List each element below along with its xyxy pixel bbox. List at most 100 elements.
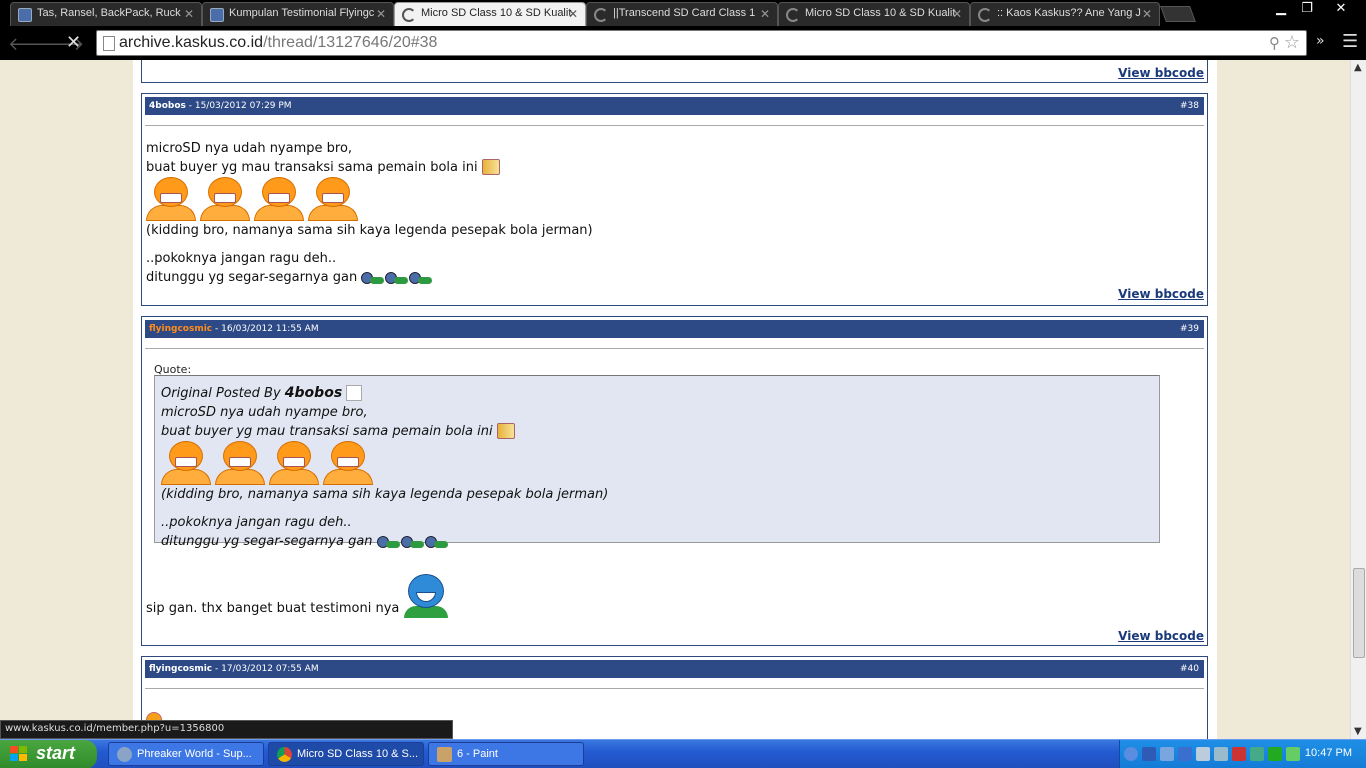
post-line: ..pokoknya jangan ragu deh..	[146, 251, 337, 266]
post-line-with-smiley: ditunggu yg segar-segarnya gan	[146, 268, 593, 287]
reply-text: sip gan. thx banget buat testimoni nya	[146, 601, 400, 616]
post-divider	[145, 348, 1204, 349]
taskbar-clock[interactable]: 10:47 PM	[1305, 747, 1352, 759]
mini-smiley-icon	[385, 271, 409, 284]
post-number[interactable]: #38	[1180, 101, 1199, 111]
menu-icon[interactable]: ☰	[1342, 31, 1358, 52]
taskbar-item-paint[interactable]: 6 - Paint	[428, 742, 584, 766]
tray-network-icon[interactable]	[1160, 747, 1174, 761]
taskbar-item-label: Phreaker World - Sup...	[137, 748, 252, 760]
stop-loading-icon[interactable]: ✕	[66, 32, 81, 53]
grin-smiley-icon	[146, 177, 196, 221]
browser-window-icon	[117, 747, 132, 762]
tray-media-icon[interactable]	[1178, 747, 1192, 761]
tab-close-icon[interactable]: ✕	[760, 7, 770, 21]
search-icon[interactable]: ⚲	[1269, 34, 1280, 52]
start-button[interactable]: start	[0, 740, 97, 768]
address-bar[interactable]: archive.kaskus.co.id/thread/13127646/20#…	[96, 30, 1307, 56]
windows-taskbar: start Phreaker World - Sup... Micro SD C…	[0, 739, 1366, 768]
close-window-icon[interactable]: ✕	[1326, 1, 1356, 16]
tray-app-icon[interactable]	[1250, 747, 1264, 761]
loading-spinner-icon	[786, 8, 800, 22]
post-username[interactable]: 4bobos	[149, 101, 186, 111]
view-bbcode-link[interactable]: View bbcode	[1118, 287, 1204, 301]
tab-title: Micro SD Class 10 & SD Kualit	[805, 7, 956, 19]
quote-line: buat buyer yg mau transaksi sama pemain …	[161, 424, 493, 439]
page-icon	[103, 36, 115, 51]
quote-line-with-smiley: ditunggu yg segar-segarnya gan	[161, 532, 1153, 551]
post-date: - 16/03/2012 11:55 AM	[212, 324, 319, 334]
scroll-down-arrow-icon[interactable]: ▼	[1354, 726, 1362, 737]
loading-spinner-icon	[594, 8, 608, 22]
post-header: flyingcosmic - 17/03/2012 07:55 AM #40	[145, 660, 1204, 678]
grin-smiley-icon	[200, 177, 250, 221]
browser-tab-3[interactable]: Micro SD Class 10 & SD Kualit ✕	[394, 2, 586, 26]
blue-smiley-icon	[403, 574, 448, 618]
post-username[interactable]: flyingcosmic	[149, 324, 212, 334]
loading-spinner-icon	[978, 8, 992, 22]
tray-volume-icon[interactable]	[1214, 747, 1228, 761]
paint-icon	[437, 747, 452, 762]
post-date: - 17/03/2012 07:55 AM	[212, 664, 319, 674]
tray-antivirus-icon[interactable]	[1232, 747, 1246, 761]
url-text[interactable]: archive.kaskus.co.id/thread/13127646/20#…	[119, 34, 437, 52]
bookmark-star-icon[interactable]: ☆	[1284, 32, 1300, 53]
browser-tab-2[interactable]: Kumpulan Testimonial Flyingc ✕	[202, 2, 394, 26]
post-header: 4bobos - 15/03/2012 07:29 PM #38	[145, 97, 1204, 115]
browser-tab-1[interactable]: Tas, Ransel, BackPack, Ruck ✕	[10, 2, 202, 26]
tab-close-icon[interactable]: ✕	[952, 7, 962, 21]
post-divider	[145, 688, 1204, 689]
post-number[interactable]: #39	[1180, 324, 1199, 334]
tray-app-icon[interactable]	[1286, 747, 1300, 761]
page-viewport: View bbcode 4bobos - 15/03/2012 07:29 PM…	[0, 60, 1350, 739]
post-date: - 15/03/2012 07:29 PM	[185, 101, 292, 111]
url-path: /thread/13127646/20#38	[263, 34, 438, 51]
quote-line: (kidding bro, namanya sama sih kaya lege…	[161, 487, 609, 502]
quote-line-with-smiley: buat buyer yg mau transaksi sama pemain …	[161, 422, 1153, 441]
post-username[interactable]: flyingcosmic	[149, 664, 212, 674]
view-bbcode-link[interactable]: View bbcode	[1118, 66, 1204, 80]
tab-title: Tas, Ransel, BackPack, Ruck	[37, 7, 181, 19]
tab-close-icon[interactable]: ✕	[184, 7, 194, 21]
page-scrollbar[interactable]: ▲ ▼	[1350, 60, 1366, 739]
tray-collapse-icon[interactable]	[1124, 747, 1138, 761]
post-38: 4bobos - 15/03/2012 07:29 PM #38 microSD…	[141, 93, 1208, 306]
extensions-chevron-icon[interactable]: »	[1316, 33, 1325, 49]
tab-title: Micro SD Class 10 & SD Kualit	[421, 7, 572, 19]
post-line: microSD nya udah nyampe bro,	[146, 141, 353, 156]
post-reply: sip gan. thx banget buat testimoni nya	[146, 574, 448, 618]
tab-close-icon[interactable]: ✕	[568, 7, 578, 21]
taskbar-item-chrome[interactable]: Micro SD Class 10 & S...	[268, 742, 424, 766]
tray-settings-icon[interactable]	[1196, 747, 1210, 761]
taskbar-item-label: 6 - Paint	[457, 748, 498, 760]
loading-spinner-icon	[402, 8, 416, 22]
view-post-image-icon[interactable]	[346, 385, 363, 401]
tray-app-icon[interactable]	[1142, 747, 1156, 761]
beer-smiley-icon	[481, 159, 500, 175]
scroll-thumb[interactable]	[1353, 568, 1365, 658]
scroll-up-arrow-icon[interactable]: ▲	[1354, 62, 1362, 73]
kaskus-favicon-icon	[210, 8, 224, 22]
browser-tab-5[interactable]: Micro SD Class 10 & SD Kualit ✕	[778, 2, 970, 26]
tab-close-icon[interactable]: ✕	[376, 7, 386, 21]
quote-prefix: Original Posted By	[161, 386, 285, 401]
quote-box: Original Posted By 4bobos microSD nya ud…	[154, 375, 1160, 549]
post-body: microSD nya udah nyampe bro, buat buyer …	[146, 139, 593, 287]
windows-flag-icon	[10, 746, 28, 762]
tab-close-icon[interactable]: ✕	[1142, 7, 1152, 21]
grin-smiley-row	[146, 177, 593, 221]
restore-icon[interactable]: ❐	[1292, 1, 1322, 16]
post-number[interactable]: #40	[1180, 664, 1199, 674]
tray-update-icon[interactable]	[1268, 747, 1282, 761]
browser-tab-6[interactable]: :: Kaos Kaskus?? Ane Yang J ✕	[970, 2, 1160, 26]
view-bbcode-link[interactable]: View bbcode	[1118, 629, 1204, 643]
new-tab-button[interactable]	[1160, 6, 1196, 22]
browser-tab-4[interactable]: ||Transcend SD Card Class 1 ✕	[586, 2, 778, 26]
tab-title: ||Transcend SD Card Class 1	[613, 7, 756, 19]
grin-smiley-icon	[215, 441, 265, 485]
grin-smiley-icon	[161, 441, 211, 485]
taskbar-item-phreaker[interactable]: Phreaker World - Sup...	[108, 742, 264, 766]
previous-post: View bbcode	[141, 60, 1208, 83]
taskbar-item-label: Micro SD Class 10 & S...	[297, 748, 419, 760]
post-line: (kidding bro, namanya sama sih kaya lege…	[146, 223, 593, 238]
